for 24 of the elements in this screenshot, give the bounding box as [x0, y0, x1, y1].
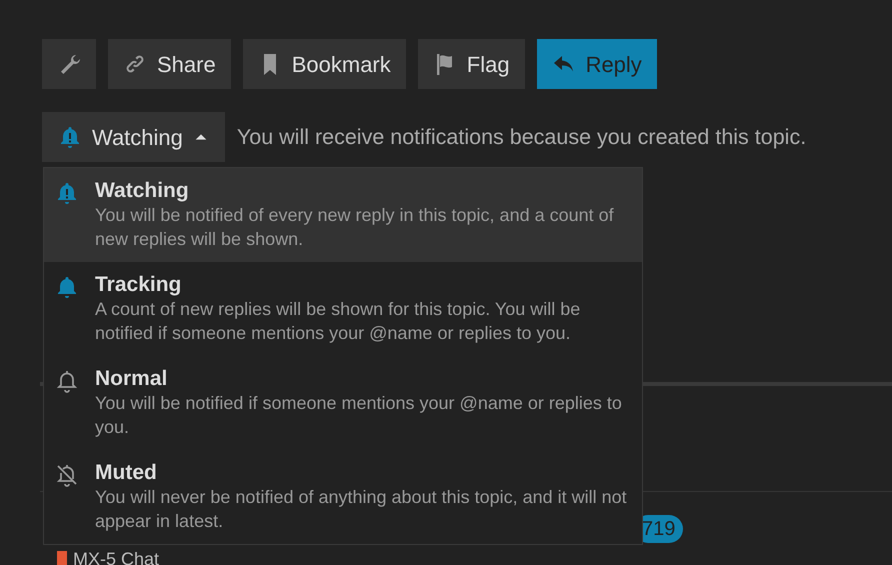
bell-slash-icon [55, 463, 79, 487]
notification-option[interactable]: Watching You will be notified of every new reply in this topic, and a count of new replies will be shown. [44, 168, 642, 262]
notification-dropdown[interactable]: Watching [42, 112, 225, 162]
reply-button[interactable]: Reply [536, 39, 657, 89]
option-title: Normal [95, 367, 168, 391]
option-title: Watching [95, 179, 190, 203]
option-description: A count of new replies will be shown for this topic. You will be notified if someone mentions your @name or replies to you. [95, 298, 582, 345]
category-name: MX-5 Chat [73, 549, 160, 565]
bell-icon [55, 275, 79, 299]
notification-reason: You will receive notifications because you created this topic. [236, 124, 806, 151]
share-button[interactable]: Share [108, 39, 231, 89]
notification-option[interactable]: Normal You will be notified if someone mentions your @name or replies to you. [44, 356, 642, 450]
notification-option[interactable]: Tracking A count of new replies will be shown for this topic. You will be notified if someone mentions your @name or replies to you. [44, 262, 642, 356]
option-description: You will be notified if someone mentions your @name or replies to you. [95, 392, 623, 439]
flag-button[interactable]: Flag [418, 39, 525, 89]
option-title: Muted [95, 461, 158, 485]
bell-alert-icon [58, 125, 82, 149]
option-description: You will be notified of every new reply in this topic, and a count of new replies will be shown. [95, 204, 615, 251]
bookmark-button[interactable]: Bookmark [242, 39, 406, 89]
bell-alert-icon [55, 181, 79, 205]
tools-button[interactable] [42, 39, 96, 89]
bell-icon [55, 369, 79, 393]
option-title: Tracking [95, 273, 182, 297]
option-description: You will never be notified of anything about this topic, and it will not appear in latest. [95, 486, 628, 533]
